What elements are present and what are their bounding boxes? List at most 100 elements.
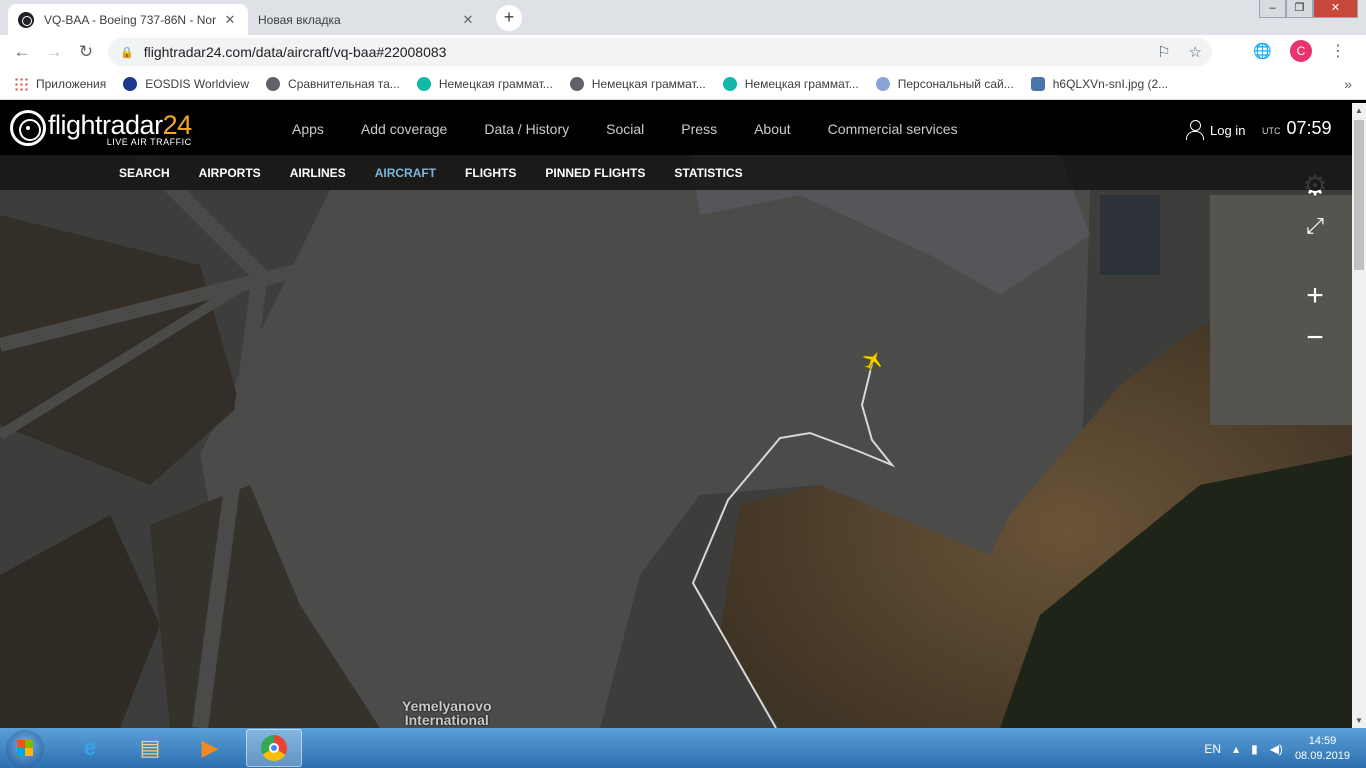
bookmark-item[interactable]: EOSDIS Worldview xyxy=(123,77,249,91)
map-view[interactable]: Yemelyanovo International ⚙ ⤢ + − xyxy=(0,155,1352,728)
shield-icon xyxy=(875,77,890,91)
tab-flightradar[interactable]: VQ-BAA - Boeing 737-86N - Nor ✕ xyxy=(8,4,248,35)
bookmark-label: EOSDIS Worldview xyxy=(145,77,250,91)
chrome-taskbar-icon[interactable] xyxy=(246,729,302,767)
radar-logo-icon xyxy=(10,110,46,146)
fr24-logo[interactable]: flightradar24 LIVE AIR TRAFFIC xyxy=(10,110,192,147)
nav-social[interactable]: Social xyxy=(606,121,644,137)
reload-icon[interactable]: ↻ xyxy=(70,42,102,62)
lock-icon[interactable]: 🔒 xyxy=(120,46,134,59)
subnav-pinned-flights[interactable]: PINNED FLIGHTS xyxy=(545,166,645,180)
browser-toolbar: ← → ↻ 🔒 flightradar24.com/data/aircraft/… xyxy=(0,35,1366,69)
airport-map-label: Yemelyanovo International xyxy=(402,699,492,727)
new-tab-button[interactable]: + xyxy=(496,5,522,31)
nav-data-history[interactable]: Data / History xyxy=(484,121,569,137)
profile-avatar[interactable]: C xyxy=(1290,40,1312,62)
browser-menu-icon[interactable]: ⋮ xyxy=(1330,41,1346,61)
language-indicator[interactable]: EN xyxy=(1204,742,1221,756)
chrome-icon xyxy=(261,735,287,761)
start-button[interactable] xyxy=(6,730,44,768)
bookmark-label: Немецкая граммат... xyxy=(591,77,706,91)
subnav-flights[interactable]: FLIGHTS xyxy=(465,166,516,180)
login-label: Log in xyxy=(1210,122,1246,138)
bookmark-label: Немецкая граммат... xyxy=(744,77,859,91)
window-controls: – ❐ ✕ xyxy=(1259,0,1358,18)
bookmark-label: h6QLXVn-snI.jpg (2... xyxy=(1052,77,1169,91)
globe-icon xyxy=(266,77,281,91)
nav-add-coverage[interactable]: Add coverage xyxy=(361,121,447,137)
back-icon[interactable]: ← xyxy=(6,42,38,62)
bookmark-item[interactable]: Немецкая граммат... xyxy=(416,77,553,91)
bookmark-label: Персональный сай... xyxy=(897,77,1014,91)
file-explorer-icon[interactable]: ▤ xyxy=(122,729,178,767)
site-icon xyxy=(722,77,737,91)
logo-number: 24 xyxy=(162,110,193,140)
bookmark-item[interactable]: Немецкая граммат... xyxy=(722,77,859,91)
scroll-down-icon[interactable]: ▼ xyxy=(1355,716,1363,725)
close-tab-icon[interactable]: ✕ xyxy=(222,12,238,28)
bookmarks-bar: Приложения EOSDIS Worldview Сравнительна… xyxy=(0,69,1366,100)
nav-apps[interactable]: Apps xyxy=(292,121,324,137)
bookmark-label: Приложения xyxy=(36,77,107,91)
bookmark-apps[interactable]: Приложения xyxy=(14,77,106,91)
forward-icon[interactable]: → xyxy=(38,42,70,62)
scrollbar-thumb[interactable] xyxy=(1354,120,1364,270)
page-scrollbar[interactable]: ▲ ▼ xyxy=(1352,103,1366,728)
bookmark-item[interactable]: Сравнительная та... xyxy=(266,77,400,91)
sub-nav: SEARCH AIRPORTS AIRLINES AIRCRAFT FLIGHT… xyxy=(0,155,1352,190)
logo-wordmark: flightradar xyxy=(48,110,163,140)
site-icon xyxy=(416,77,431,91)
taskbar-clock[interactable]: 14:59 08.09.2019 xyxy=(1295,734,1350,764)
address-bar[interactable]: 🔒 flightradar24.com/data/aircraft/vq-baa… xyxy=(108,38,1212,66)
main-nav: Apps Add coverage Data / History Social … xyxy=(292,103,958,155)
network-icon[interactable]: ▮ xyxy=(1251,742,1258,756)
globe-icon xyxy=(569,77,584,91)
taskbar-time: 14:59 xyxy=(1308,735,1337,747)
vk-icon xyxy=(1030,77,1045,91)
subnav-airports[interactable]: AIRPORTS xyxy=(199,166,261,180)
windows-taskbar: e ▤ ▶ EN ▴ ▮ ◀) 14:59 08.09.2019 xyxy=(0,728,1366,768)
subnav-search[interactable]: SEARCH xyxy=(119,166,170,180)
minimize-button[interactable]: – xyxy=(1259,0,1286,18)
volume-icon[interactable]: ◀) xyxy=(1270,742,1283,756)
subnav-aircraft[interactable]: AIRCRAFT xyxy=(375,166,436,180)
window-close-button[interactable]: ✕ xyxy=(1313,0,1358,18)
flightradar-favicon xyxy=(18,11,34,28)
tab-new-tab[interactable]: Новая вкладка ✕ xyxy=(248,4,486,35)
zoom-in-button[interactable]: + xyxy=(1300,279,1330,313)
nav-press[interactable]: Press xyxy=(681,121,717,137)
airport-name-line1: Yemelyanovo xyxy=(402,698,492,714)
taskbar-date: 08.09.2019 xyxy=(1294,750,1350,762)
subnav-airlines[interactable]: AIRLINES xyxy=(290,166,346,180)
more-bookmarks-icon[interactable]: » xyxy=(1344,76,1352,92)
internet-explorer-icon[interactable]: e xyxy=(62,729,118,767)
user-icon xyxy=(1186,120,1204,140)
bookmark-item[interactable]: h6QLXVn-snI.jpg (2... xyxy=(1030,77,1169,91)
apps-grid-icon xyxy=(14,77,28,91)
show-hidden-icons-icon[interactable]: ▴ xyxy=(1233,742,1239,756)
fullscreen-icon[interactable]: ⤢ xyxy=(1300,213,1330,239)
nasa-icon xyxy=(123,77,138,91)
zoom-out-button[interactable]: − xyxy=(1300,321,1330,355)
utc-time: 07:59 xyxy=(1286,118,1332,138)
bookmark-label: Сравнительная та... xyxy=(288,77,400,91)
url-text: flightradar24.com/data/aircraft/vq-baa#2… xyxy=(143,44,447,60)
restore-button[interactable]: ❐ xyxy=(1286,0,1313,18)
system-tray: EN ▴ ▮ ◀) 14:59 08.09.2019 xyxy=(1204,734,1350,764)
extension-globe-icon[interactable]: 🌐 xyxy=(1253,42,1272,60)
close-tab-icon[interactable]: ✕ xyxy=(460,12,476,28)
bookmark-label: Немецкая граммат... xyxy=(438,77,553,91)
login-button[interactable]: Log in xyxy=(1186,120,1245,140)
airport-name-line2: International xyxy=(404,712,489,728)
scroll-up-icon[interactable]: ▲ xyxy=(1355,106,1363,115)
translate-icon[interactable]: ⚐ xyxy=(1157,43,1170,61)
bookmark-item[interactable]: Немецкая граммат... xyxy=(569,77,706,91)
satellite-map xyxy=(0,155,1352,728)
bookmark-item[interactable]: Персональный сай... xyxy=(875,77,1014,91)
subnav-statistics[interactable]: STATISTICS xyxy=(674,166,742,180)
bookmark-star-icon[interactable]: ☆ xyxy=(1189,43,1202,61)
nav-about[interactable]: About xyxy=(754,121,791,137)
windows-logo-icon xyxy=(17,740,33,756)
nav-commercial-services[interactable]: Commercial services xyxy=(828,121,958,137)
media-player-icon[interactable]: ▶ xyxy=(182,729,238,767)
